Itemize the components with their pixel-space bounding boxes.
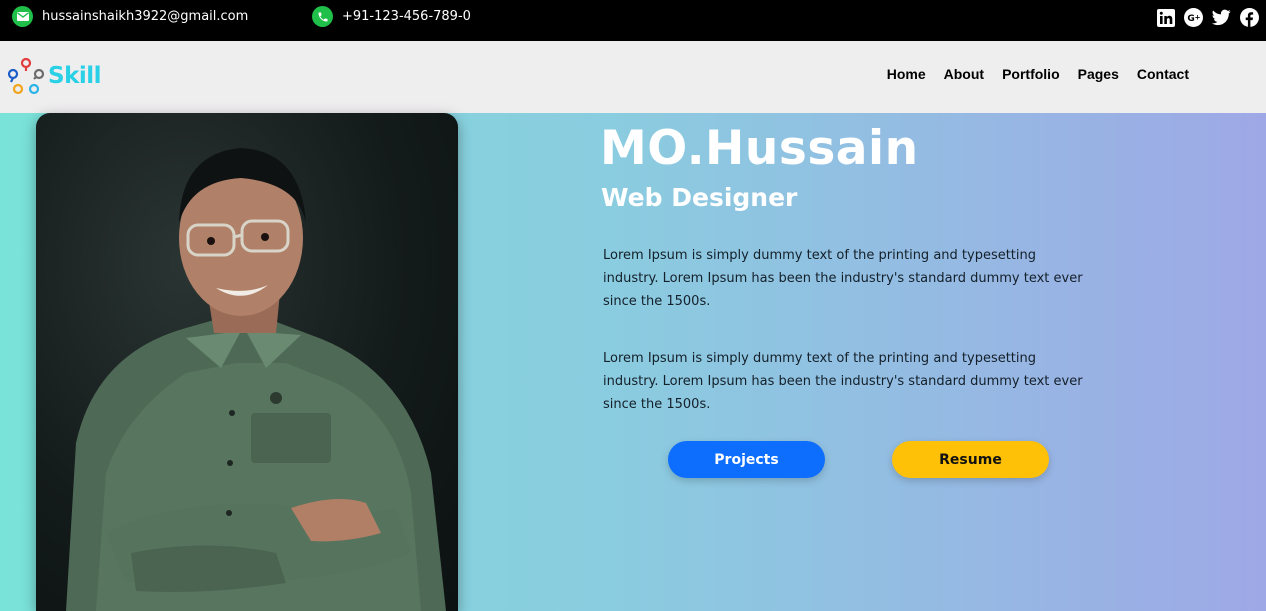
hero-paragraph-2: Lorem Ipsum is simply dummy text of the … [603, 351, 1083, 412]
linkedin-icon[interactable] [1156, 8, 1175, 27]
social-links: G + [1156, 8, 1259, 27]
nav-contact[interactable]: Contact [1137, 66, 1189, 82]
projects-button[interactable]: Projects [668, 441, 825, 478]
nav-portfolio[interactable]: Portfolio [1002, 66, 1060, 82]
nav-home[interactable]: Home [887, 66, 926, 82]
resume-button[interactable]: Resume [892, 441, 1049, 478]
hero-paragraph-1: Lorem Ipsum is simply dummy text of the … [603, 248, 1083, 309]
facebook-icon[interactable] [1240, 8, 1259, 27]
nav-about[interactable]: About [944, 66, 984, 82]
top-bar: hussainshaikh3922@gmail.com +91-123-456-… [0, 0, 1266, 41]
hero-section: MO.Hussain Web Designer Lorem Ipsum is s… [0, 113, 1266, 611]
svg-text:+: + [1195, 14, 1201, 22]
phone-icon [312, 6, 333, 27]
envelope-icon [12, 6, 33, 27]
navbar: Skill Home About Portfolio Pages Contact [0, 41, 1266, 113]
google-plus-icon[interactable]: G + [1184, 8, 1203, 27]
nav-pages[interactable]: Pages [1078, 66, 1119, 82]
email-contact[interactable]: hussainshaikh3922@gmail.com [12, 6, 248, 27]
email-text[interactable]: hussainshaikh3922@gmail.com [42, 9, 248, 24]
phone-text[interactable]: +91-123-456-789-0 [342, 9, 471, 24]
main-menu: Home About Portfolio Pages Contact [887, 66, 1189, 82]
twitter-icon[interactable] [1212, 8, 1231, 27]
phone-contact[interactable]: +91-123-456-789-0 [312, 6, 471, 27]
profile-photo [36, 113, 458, 611]
logo-text[interactable]: Skill [48, 63, 102, 89]
logo-mark-icon [7, 57, 45, 95]
logo[interactable]: Skill [6, 55, 102, 97]
hero-name: MO.Hussain [600, 121, 919, 176]
hero-role: Web Designer [601, 183, 798, 212]
